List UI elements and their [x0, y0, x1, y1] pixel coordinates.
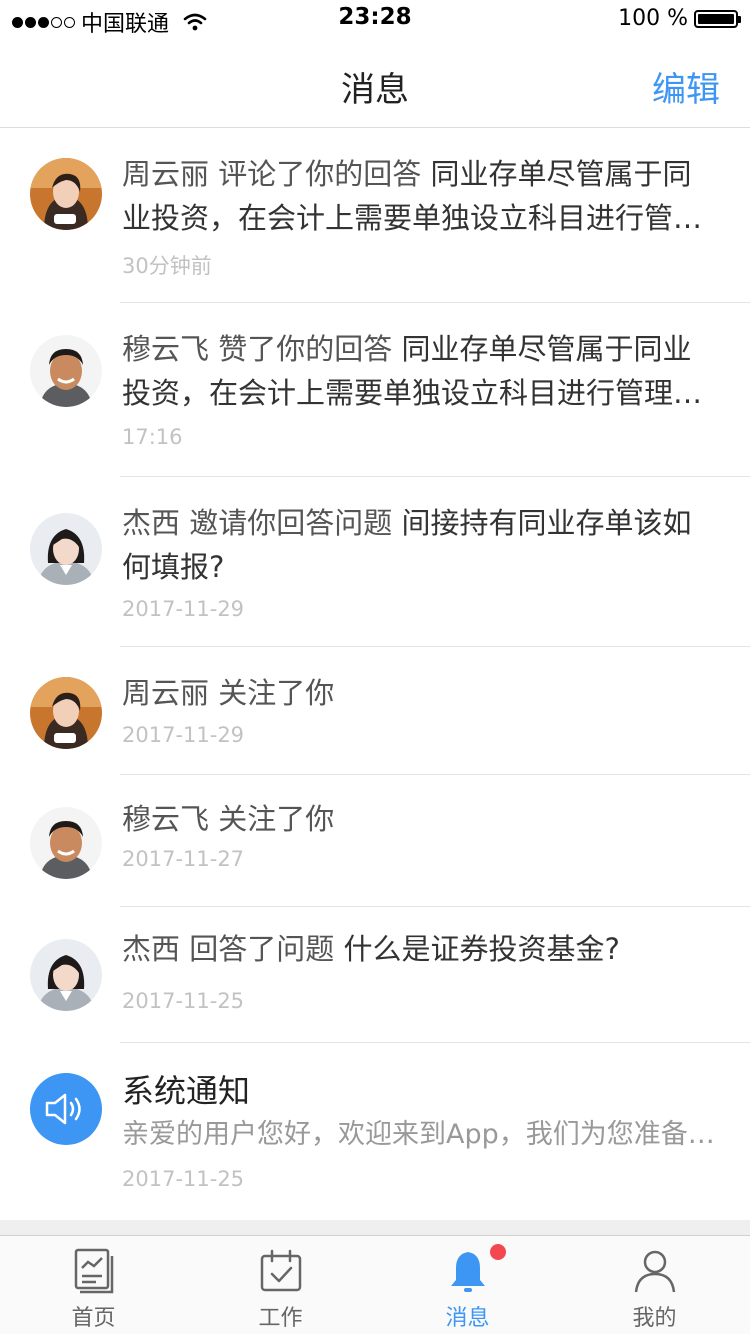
tab-profile[interactable]: 我的	[561, 1236, 748, 1335]
message-preview-continued: 业投资，在会计上需要单独设立科目进行管…	[122, 201, 703, 235]
action-text: 邀请你回答问题	[189, 506, 393, 540]
navigation-bar: 消息 编辑	[0, 40, 750, 128]
speaker-icon	[45, 1093, 81, 1125]
tab-label: 首页	[71, 1306, 116, 1331]
bell-icon	[450, 1252, 485, 1292]
avatar[interactable]	[30, 677, 102, 749]
action-text: 关注了你	[218, 802, 335, 836]
calendar-check-icon	[260, 1249, 301, 1292]
message-text: 杰西 回答了问题 什么是证券投资基金?	[122, 927, 722, 971]
tab-label: 我的	[632, 1306, 677, 1331]
message-preview-continued: 投资，在会计上需要单独设立科目进行管理…	[122, 376, 703, 410]
message-preview: 同业存单尽管属于同业	[401, 332, 692, 366]
tab-bar: 首页 工作 消息 我的	[0, 1235, 750, 1334]
action-text: 回答了问题	[189, 932, 335, 966]
timestamp: 17:16	[122, 425, 183, 449]
avatar[interactable]	[30, 335, 102, 407]
message-item[interactable]: 杰西 邀请你回答问题 间接持有同业存单该如 何填报? 2017-11-29	[0, 477, 750, 647]
action-text: 赞了你的回答	[218, 332, 393, 366]
battery-info: 100 %	[618, 6, 741, 31]
message-text: 穆云飞 关注了你	[122, 797, 722, 841]
system-notice-preview: 亲爱的用户您好，欢迎来到App，我们为您准备…	[122, 1113, 722, 1157]
actor-name[interactable]: 杰西	[122, 932, 180, 966]
message-text: 杰西 邀请你回答问题 间接持有同业存单该如 何填报?	[122, 501, 722, 589]
section-gap	[0, 1220, 750, 1235]
message-text: 穆云飞 赞了你的回答 同业存单尽管属于同业 投资，在会计上需要单独设立科目进行管…	[122, 327, 722, 415]
avatar[interactable]	[30, 939, 102, 1011]
timestamp: 2017-11-29	[122, 597, 245, 621]
message-item[interactable]: 穆云飞 关注了你 2017-11-27	[0, 775, 750, 907]
timestamp: 30分钟前	[122, 254, 212, 278]
tab-label: 工作	[258, 1306, 303, 1331]
avatar[interactable]	[30, 807, 102, 879]
message-preview-continued: 何填报?	[122, 550, 225, 584]
avatar[interactable]	[30, 158, 102, 230]
message-item[interactable]: 周云丽 评论了你的回答 同业存单尽管属于同 业投资，在会计上需要单独设立科目进行…	[0, 128, 750, 303]
message-list: 周云丽 评论了你的回答 同业存单尽管属于同 业投资，在会计上需要单独设立科目进行…	[0, 128, 750, 1222]
message-preview: 同业存单尽管属于同	[430, 157, 692, 191]
tab-label: 消息	[445, 1306, 490, 1331]
person-icon	[634, 1250, 675, 1293]
action-text: 评论了你的回答	[218, 157, 422, 191]
page-title: 消息	[341, 70, 409, 110]
message-item[interactable]: 周云丽 关注了你 2017-11-29	[0, 647, 750, 775]
message-preview: 间接持有同业存单该如	[401, 506, 692, 540]
tab-home[interactable]: 首页	[0, 1236, 187, 1335]
notification-badge	[490, 1244, 506, 1260]
system-notice-item[interactable]: 系统通知 亲爱的用户您好，欢迎来到App，我们为您准备… 2017-11-25	[0, 1043, 750, 1222]
edit-button[interactable]: 编辑	[652, 62, 720, 111]
timestamp: 2017-11-25	[122, 1167, 245, 1191]
system-notice-title: 系统通知	[122, 1072, 251, 1110]
tab-messages[interactable]: 消息	[374, 1236, 561, 1335]
message-item[interactable]: 穆云飞 赞了你的回答 同业存单尽管属于同业 投资，在会计上需要单独设立科目进行管…	[0, 303, 750, 477]
action-text: 关注了你	[218, 676, 335, 710]
timestamp: 2017-11-29	[122, 723, 245, 747]
system-notice-text: 亲爱的用户您好，欢迎来到App，我们为您准备…	[122, 1119, 715, 1150]
battery-icon	[694, 9, 741, 28]
message-preview: 什么是证券投资基金?	[343, 932, 620, 966]
actor-name[interactable]: 穆云飞	[122, 802, 209, 836]
message-item[interactable]: 杰西 回答了问题 什么是证券投资基金? 2017-11-25	[0, 907, 750, 1043]
actor-name[interactable]: 周云丽	[122, 676, 209, 710]
actor-name[interactable]: 杰西	[122, 506, 180, 540]
battery-percent: 100 %	[618, 6, 688, 31]
system-notice-avatar	[30, 1073, 102, 1145]
avatar[interactable]	[30, 513, 102, 585]
actor-name[interactable]: 穆云飞	[122, 332, 209, 366]
status-bar: 中国联通 23:28 100 %	[0, 0, 750, 40]
timestamp: 2017-11-25	[122, 989, 245, 1013]
actor-name[interactable]: 周云丽	[122, 157, 209, 191]
tab-work[interactable]: 工作	[187, 1236, 374, 1335]
home-doc-icon	[74, 1248, 113, 1294]
timestamp: 2017-11-27	[122, 847, 245, 871]
message-text: 周云丽 关注了你	[122, 671, 722, 715]
message-text: 周云丽 评论了你的回答 同业存单尽管属于同 业投资，在会计上需要单独设立科目进行…	[122, 152, 722, 240]
